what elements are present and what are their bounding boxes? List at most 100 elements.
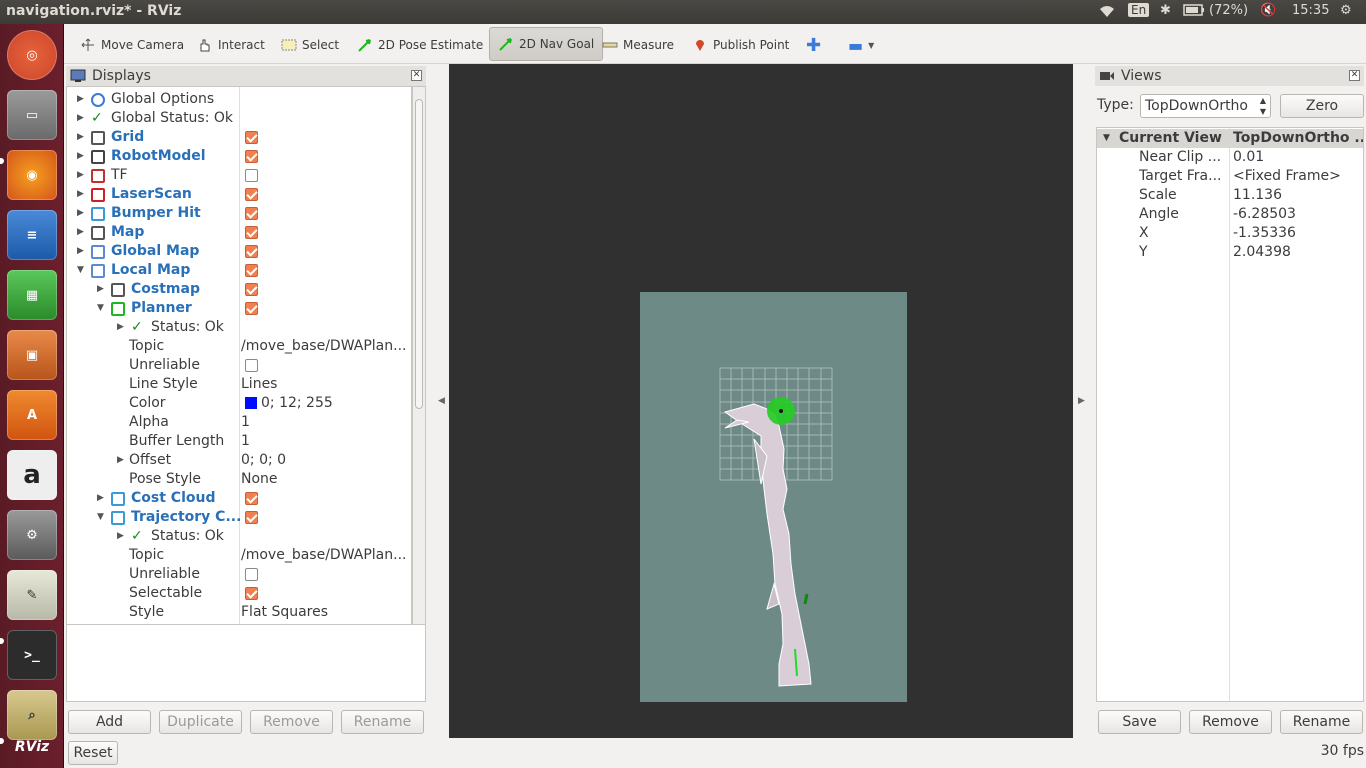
expand-arrow-icon[interactable]: ▶ (77, 166, 84, 185)
interact-tool[interactable]: Interact (193, 32, 269, 58)
2d-pose-estimate-tool[interactable]: 2D Pose Estimate (353, 32, 487, 58)
view-property-row[interactable]: Y 2.04398 (1097, 243, 1363, 262)
tree-row[interactable]: ▶ Global Options (67, 90, 411, 109)
view-property-value[interactable]: -6.28503 (1233, 205, 1296, 224)
text-editor-icon[interactable]: ✎ (7, 570, 57, 620)
close-icon[interactable]: ✕ (411, 70, 422, 81)
tree-row[interactable]: ▶ Bumper Hit (67, 204, 411, 223)
tree-row[interactable]: ▶ ✓ Global Status: Ok (67, 109, 411, 128)
select-tool[interactable]: Select (277, 32, 343, 58)
property-value[interactable]: None (241, 470, 411, 489)
zero-button[interactable]: Zero (1280, 94, 1364, 118)
tree-row[interactable]: Topic/move_base/DWAPlan... (67, 337, 411, 356)
tree-row[interactable]: ▼ Planner (67, 299, 411, 318)
collapse-arrow-icon[interactable]: ▼ (77, 261, 84, 280)
tree-row[interactable]: ▶ Cost Cloud (67, 489, 411, 508)
expand-arrow-icon[interactable]: ▶ (97, 280, 104, 299)
enable-checkbox[interactable] (245, 226, 258, 239)
keyboard-indicator[interactable]: En (1128, 3, 1150, 17)
enable-checkbox[interactable] (245, 511, 258, 524)
property-value[interactable]: /move_base/DWAPlan... (241, 337, 411, 356)
battery-icon[interactable] (1183, 3, 1205, 21)
current-view-row[interactable]: ▼ Current View TopDownOrtho ... (1097, 129, 1363, 148)
tree-row[interactable]: ▶ Offset 0; 0; 0 (67, 451, 411, 470)
close-icon[interactable]: ✕ (1349, 70, 1360, 81)
tree-row[interactable]: Alpha 1 (67, 413, 411, 432)
displays-scrollbar[interactable] (412, 86, 426, 680)
view-property-value[interactable]: 11.136 (1233, 186, 1282, 205)
tree-row[interactable]: ▶ Map (67, 223, 411, 242)
enable-checkbox[interactable] (245, 492, 258, 505)
volume-mute-icon[interactable]: 🔇 (1260, 3, 1276, 18)
collapse-left-arrow-icon[interactable]: ◀ (438, 396, 445, 406)
rviz-launcher-icon[interactable]: RViz (7, 730, 57, 764)
expand-arrow-icon[interactable]: ▶ (77, 223, 84, 242)
view-type-select[interactable]: TopDownOrtho ▲ ▼ (1140, 94, 1271, 118)
enable-checkbox[interactable] (245, 587, 258, 600)
color-value[interactable]: 0; 12; 255 (261, 394, 411, 413)
tree-row[interactable]: ▶ ✓ Status: Ok (67, 318, 411, 337)
amazon-icon[interactable]: a (7, 450, 57, 500)
expand-arrow-icon[interactable]: ▶ (77, 204, 84, 223)
view-property-value[interactable]: <Fixed Frame> (1233, 167, 1341, 186)
view-property-value[interactable]: 2.04398 (1233, 243, 1291, 262)
expand-arrow-icon[interactable]: ▼ (1103, 129, 1110, 148)
clock[interactable]: 15:35 (1292, 3, 1329, 18)
collapse-arrow-icon[interactable]: ▼ (97, 508, 104, 527)
view-property-row[interactable]: Near Clip ... 0.01 (1097, 148, 1363, 167)
duplicate-button[interactable]: Duplicate (159, 710, 242, 734)
view-property-row[interactable]: Angle -6.28503 (1097, 205, 1363, 224)
map-render[interactable] (449, 64, 1073, 738)
tree-row[interactable]: Line Style Lines (67, 375, 411, 394)
add-button[interactable]: Add (68, 710, 151, 734)
expand-arrow-icon[interactable]: ▶ (77, 128, 84, 147)
tree-row[interactable]: ▼ Trajectory C... (67, 508, 411, 527)
publish-point-tool[interactable]: Publish Point (688, 32, 793, 58)
tree-row[interactable]: ▶ Costmap (67, 280, 411, 299)
rename-button[interactable]: Rename (341, 710, 424, 734)
property-value[interactable]: 1 (241, 413, 411, 432)
wifi-icon[interactable] (1098, 3, 1116, 23)
property-value[interactable]: 1 (241, 432, 411, 451)
expand-arrow-icon[interactable]: ▶ (117, 451, 124, 470)
property-value[interactable]: Flat Squares (241, 603, 411, 622)
gear-icon[interactable]: ⚙ (1340, 3, 1352, 18)
enable-checkbox[interactable] (245, 302, 258, 315)
property-value[interactable]: /move_base/DWAPlan... (241, 546, 411, 565)
expand-arrow-icon[interactable]: ▶ (77, 147, 84, 166)
terminal-icon[interactable]: >_ (7, 630, 57, 680)
enable-checkbox[interactable] (245, 188, 258, 201)
ubuntu-dash-icon[interactable]: ◎ (7, 30, 57, 80)
view-property-row[interactable]: X -1.35336 (1097, 224, 1363, 243)
enable-checkbox[interactable] (245, 359, 258, 372)
enable-checkbox[interactable] (245, 207, 258, 220)
tree-row[interactable]: ▶ Grid (67, 128, 411, 147)
tree-row[interactable]: Pose Style None (67, 470, 411, 489)
enable-checkbox[interactable] (245, 568, 258, 581)
tree-row[interactable]: ▶ LaserScan (67, 185, 411, 204)
expand-arrow-icon[interactable]: ▶ (77, 185, 84, 204)
render-viewport[interactable] (449, 64, 1073, 738)
tree-row[interactable]: Style Flat Squares (67, 603, 411, 622)
remove-button[interactable]: Remove (250, 710, 333, 734)
tree-row[interactable]: Unreliable (67, 565, 411, 584)
expand-arrow-icon[interactable]: ▶ (117, 318, 124, 337)
bluetooth-icon[interactable]: ✱ (1160, 3, 1171, 18)
remove-view-button[interactable]: Remove (1189, 710, 1272, 734)
calc-icon[interactable]: ▦ (7, 270, 57, 320)
enable-checkbox[interactable] (245, 283, 258, 296)
view-property-value[interactable]: 0.01 (1233, 148, 1264, 167)
add-tool-plus-icon[interactable]: ✚ (802, 32, 825, 58)
reset-button[interactable]: Reset (68, 741, 118, 765)
property-value[interactable]: Lines (241, 375, 411, 394)
collapse-arrow-icon[interactable]: ▼ (97, 299, 104, 318)
firefox-icon[interactable]: ◉ (7, 150, 57, 200)
tree-row[interactable]: Color 0; 12; 255 (67, 394, 411, 413)
enable-checkbox[interactable] (245, 169, 258, 182)
measure-tool[interactable]: Measure (598, 32, 678, 58)
view-property-value[interactable]: -1.35336 (1233, 224, 1296, 243)
tree-row[interactable]: ▶ TF (67, 166, 411, 185)
expand-arrow-icon[interactable]: ▶ (117, 527, 124, 546)
views-properties-table[interactable]: ▼ Current View TopDownOrtho ... Near Cli… (1096, 127, 1364, 702)
move-camera-tool[interactable]: Move Camera (76, 32, 188, 58)
